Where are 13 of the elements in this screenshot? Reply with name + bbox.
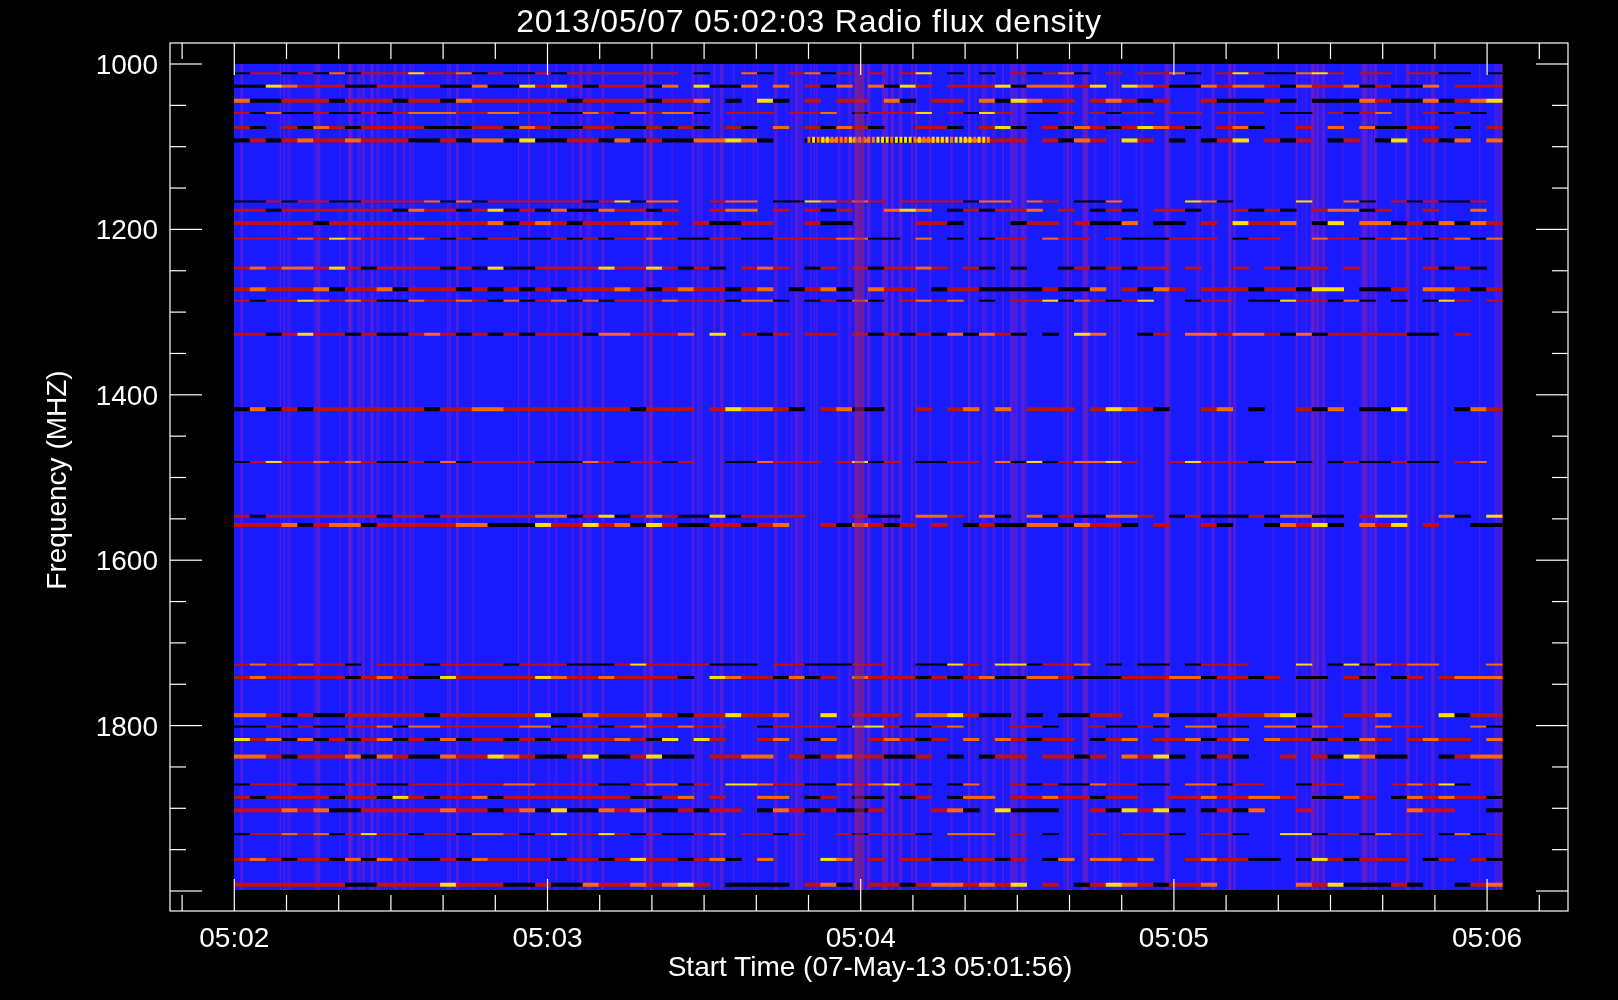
y-tick-label: 1200 bbox=[95, 214, 158, 246]
x-tick-label: 05:06 bbox=[1452, 922, 1523, 953]
chart-title: 2013/05/07 05:02:03 Radio flux density bbox=[516, 2, 1102, 41]
x-axis-label: Start Time (07-May-13 05:01:56) bbox=[667, 951, 1073, 982]
y-tick-label: 1400 bbox=[95, 379, 158, 411]
x-tick-label: 05:03 bbox=[512, 922, 583, 953]
x-tick-label: 05:02 bbox=[199, 922, 270, 953]
y-tick-label: 1000 bbox=[95, 49, 158, 80]
y-tick-label: 1800 bbox=[95, 710, 158, 742]
y-axis-label: Frequency (MHZ) bbox=[41, 370, 72, 590]
y-tick-label: 1600 bbox=[95, 545, 158, 577]
x-tick-label: 05:05 bbox=[1138, 922, 1209, 953]
x-tick-label: 05:04 bbox=[825, 922, 896, 953]
